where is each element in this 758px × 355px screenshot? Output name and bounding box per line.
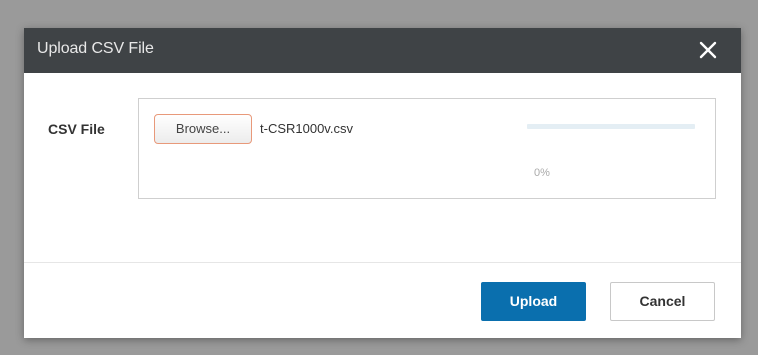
upload-button[interactable]: Upload <box>481 282 586 321</box>
upload-csv-dialog: Upload CSV File CSV File Browse... t-CSR… <box>24 28 741 338</box>
dialog-title: Upload CSV File <box>37 40 154 57</box>
footer-divider <box>24 262 741 263</box>
upload-progress-bar <box>527 124 695 129</box>
file-upload-box: Browse... t-CSR1000v.csv 0% <box>138 98 716 199</box>
csv-file-label: CSV File <box>48 121 105 137</box>
cancel-button[interactable]: Cancel <box>610 282 715 321</box>
upload-progress-text: 0% <box>534 167 550 179</box>
selected-filename: t-CSR1000v.csv <box>260 121 353 136</box>
dialog-titlebar: Upload CSV File <box>24 28 741 73</box>
close-icon[interactable] <box>695 37 721 63</box>
browse-button[interactable]: Browse... <box>154 114 252 144</box>
